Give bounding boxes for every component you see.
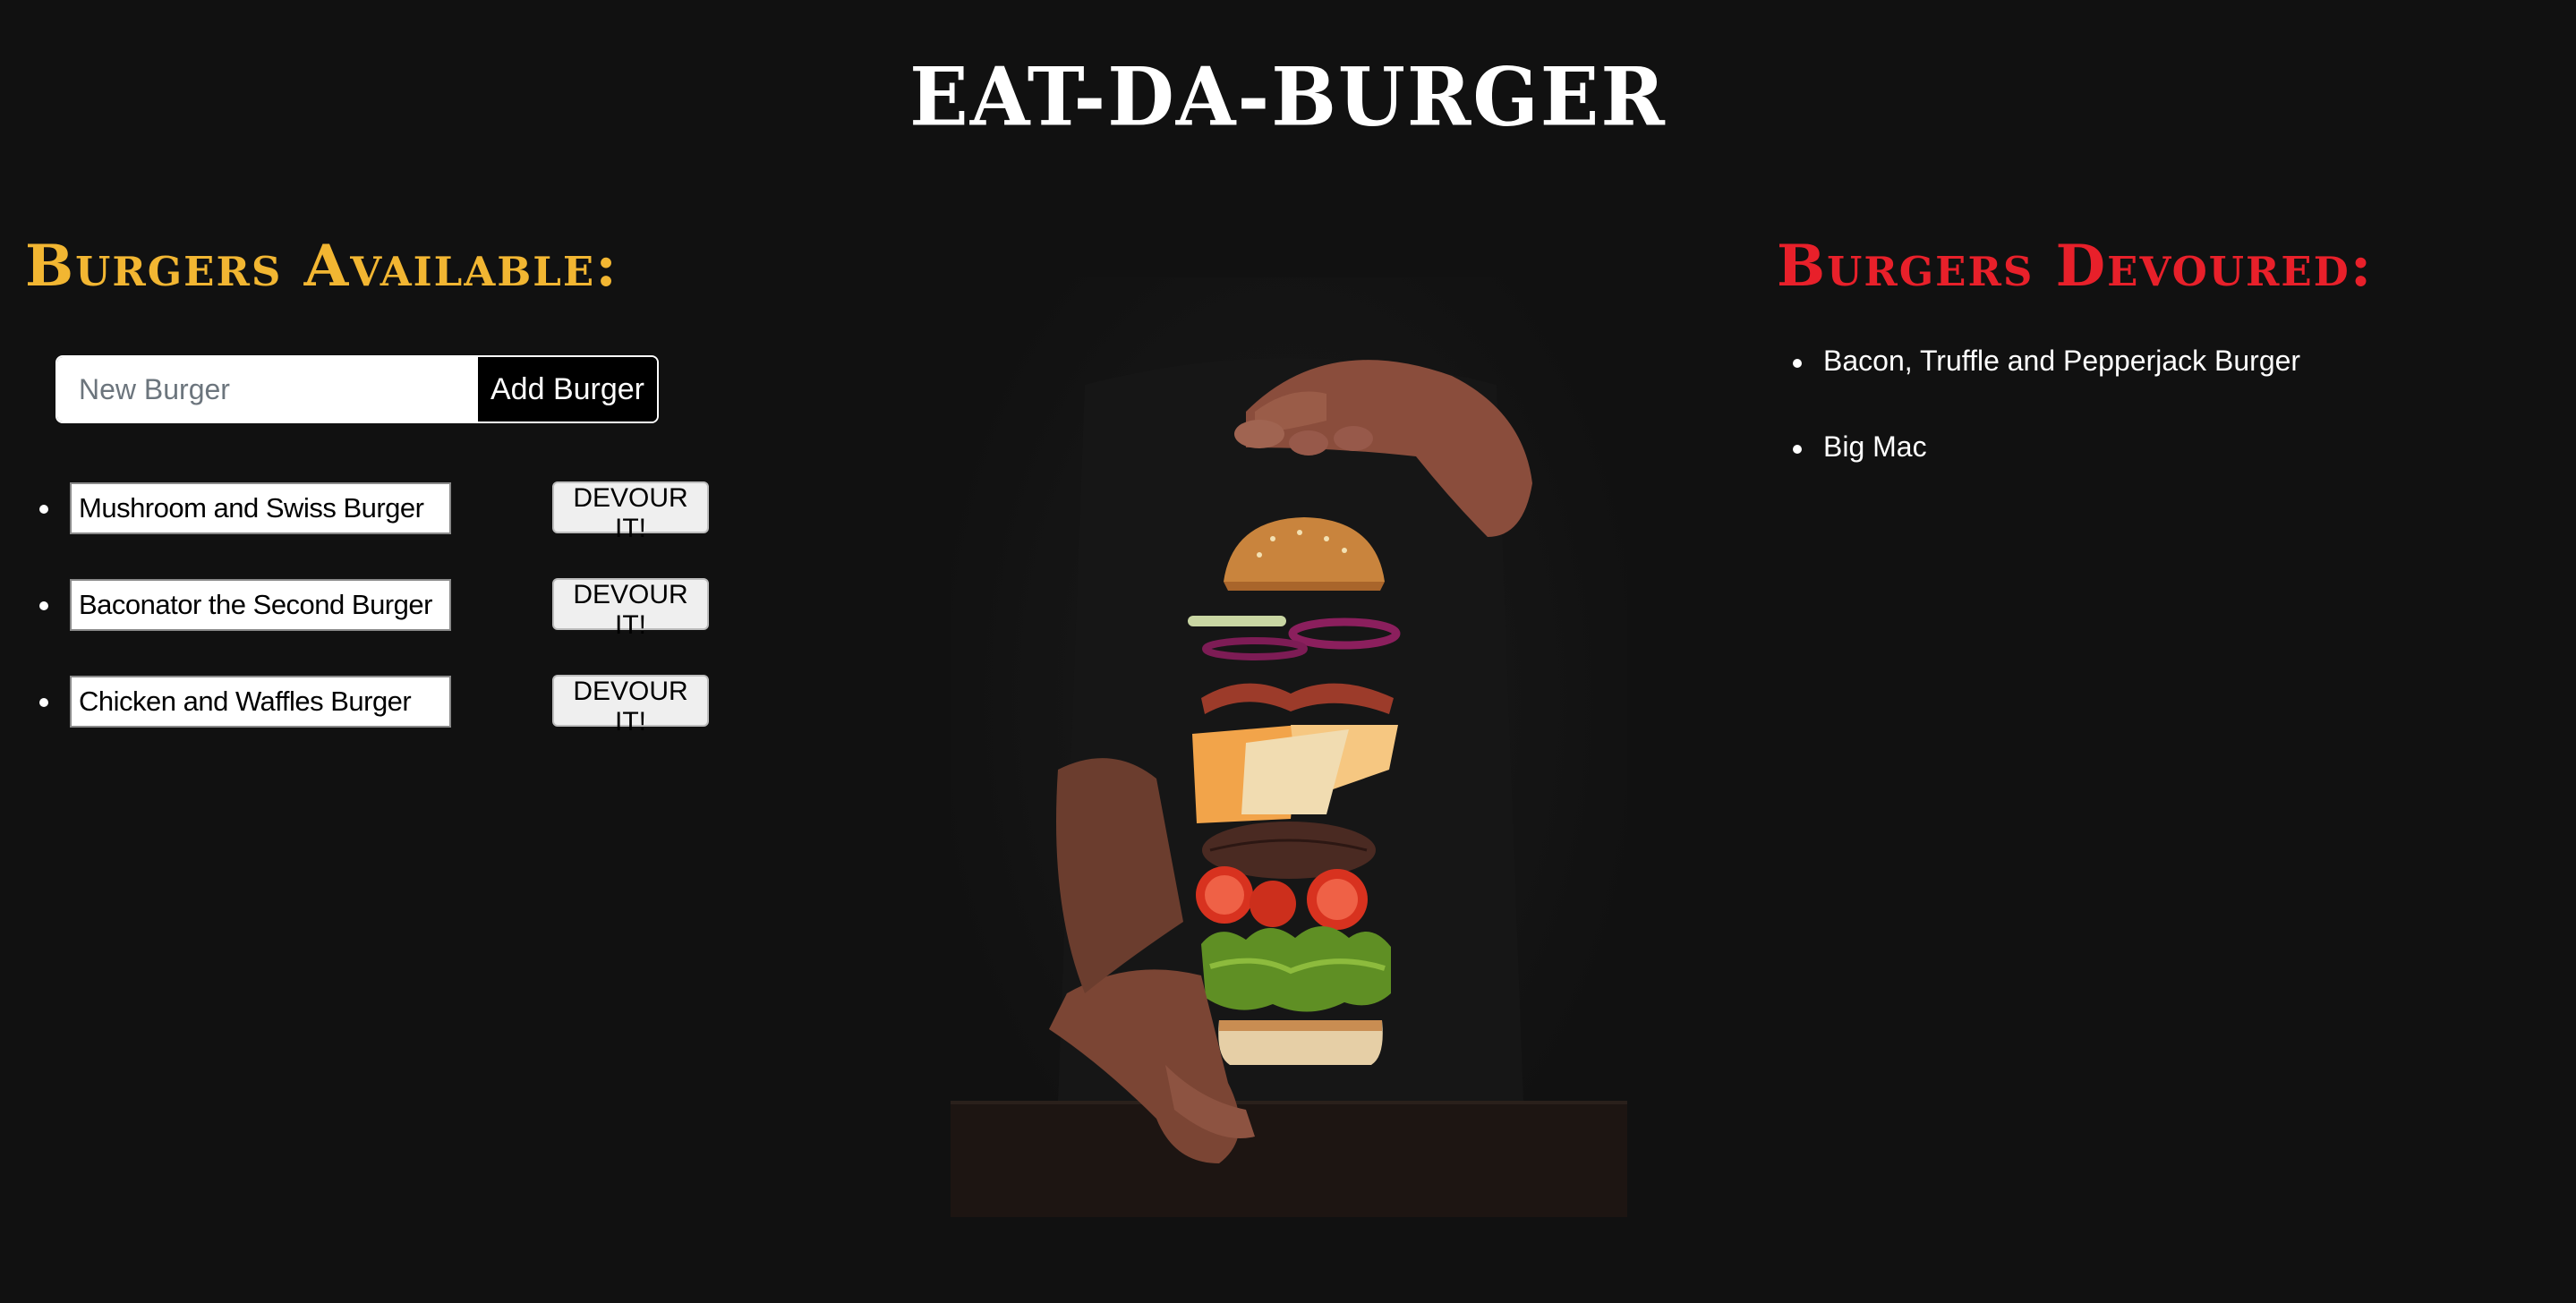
available-heading: Burgers Available: (25, 233, 618, 300)
bullet (1793, 445, 1802, 454)
devour-button[interactable]: DEVOUR IT! (552, 675, 709, 737)
bullet (39, 601, 48, 610)
bullet (39, 505, 48, 514)
devoured-burger-name: Big Mac (1823, 430, 1927, 463)
table-surface (951, 1101, 1627, 1217)
burger-illustration (951, 358, 1627, 1217)
burger-name-field[interactable] (70, 482, 451, 534)
add-burger-button[interactable]: Add Burger (476, 357, 657, 422)
bullet (39, 698, 48, 707)
list-item: DEVOUR IT! (0, 481, 734, 543)
devour-button[interactable]: DEVOUR IT! (552, 578, 709, 640)
page: EAT-DA-BURGER Burgers Available: Add Bur… (0, 0, 2576, 1303)
list-item: DEVOUR IT! (0, 675, 734, 737)
burger-name-field[interactable] (70, 676, 451, 728)
site-title: EAT-DA-BURGER (909, 49, 1667, 145)
floating-burger-image (951, 277, 1627, 1217)
add-burger-form: Add Burger (55, 355, 659, 423)
bullet (1793, 359, 1802, 368)
devoured-burger-name: Bacon, Truffle and Pepperjack Burger (1823, 345, 2301, 377)
list-item: DEVOUR IT! (0, 578, 734, 640)
devoured-heading: Burgers Devoured: (1777, 233, 2374, 300)
devour-button[interactable]: DEVOUR IT! (552, 481, 709, 543)
new-burger-input[interactable] (57, 357, 476, 422)
burger-name-field[interactable] (70, 579, 451, 631)
